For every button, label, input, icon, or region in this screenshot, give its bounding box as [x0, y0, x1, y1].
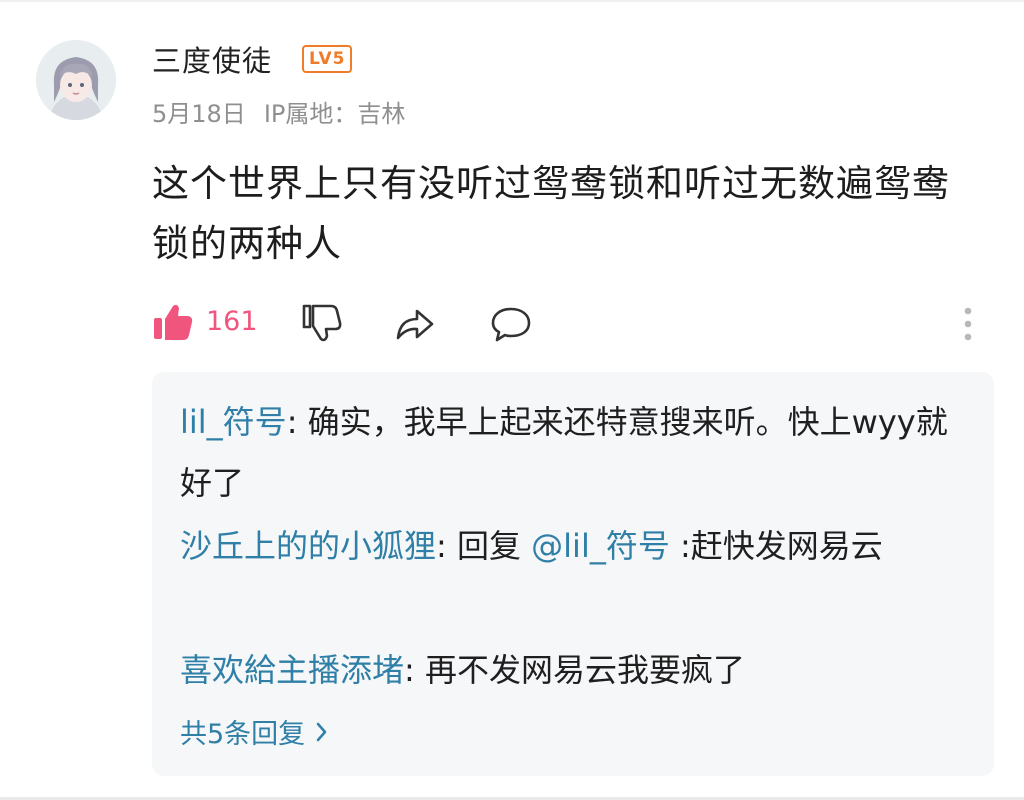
comment-icon	[491, 307, 531, 342]
reply-author[interactable]: lil_符号	[180, 403, 287, 441]
total-replies-label: 共5条回复	[180, 719, 306, 750]
reply-author[interactable]: 沙丘上的的小狐狸	[180, 527, 436, 565]
dislike-button[interactable]	[300, 302, 342, 344]
share-button[interactable]	[394, 304, 436, 344]
like-count: 161	[206, 305, 258, 337]
reply-item: 喜欢給主播添堵: 再不发网易云我要疯了	[180, 640, 970, 701]
thumbs-down-icon	[302, 304, 342, 342]
more-vertical-icon	[964, 307, 972, 341]
more-options-button[interactable]	[962, 306, 974, 342]
reply-preview-panel: lil_符号: 确实，我早上起来还特意搜来听。快上wyy就好了 沙丘上的的小狐狸…	[152, 372, 994, 776]
reply-text: 再不发网易云我要疯了	[424, 651, 745, 689]
reply-author[interactable]: 喜欢給主播添堵	[180, 651, 404, 689]
comment-date: 5月18日	[152, 100, 246, 128]
level-badge: LV5	[302, 45, 353, 73]
reply-colon-2: :	[669, 527, 691, 565]
user-avatar[interactable]	[36, 40, 116, 120]
reply-text: 赶快发网易云	[690, 527, 883, 565]
reply-space	[521, 527, 531, 565]
reply-mention[interactable]: @lil_符号	[531, 527, 670, 565]
reply-item: lil_符号: 确实，我早上起来还特意搜来听。快上wyy就好了	[180, 392, 970, 514]
chevron-right-icon	[316, 722, 327, 741]
share-icon	[396, 309, 434, 340]
like-button[interactable]: 161	[152, 300, 258, 342]
reply-colon: :	[286, 403, 308, 441]
username[interactable]: 三度使徒	[152, 38, 272, 80]
comment-body: 这个世界上只有没听过鸳鸯锁和听过无数遍鸳鸯锁的两种人	[152, 162, 950, 265]
top-divider	[0, 0, 1024, 2]
reply-prefix: 回复	[456, 527, 521, 565]
comment-actions: 161	[152, 300, 992, 348]
ip-location: IP属地：吉林	[263, 100, 406, 128]
comment-meta: 5月18日 IP属地：吉林	[152, 94, 405, 129]
reply-colon: :	[404, 651, 425, 689]
thumbs-up-icon	[154, 304, 193, 340]
reply-colon: :	[436, 527, 457, 565]
reply-button[interactable]	[490, 304, 532, 344]
reply-item: 沙丘上的的小狐狸: 回复 @lil_符号 :赶快发网易云	[180, 516, 970, 577]
view-all-replies-link[interactable]: 共5条回复	[180, 712, 329, 751]
avatar-icon	[36, 40, 116, 120]
